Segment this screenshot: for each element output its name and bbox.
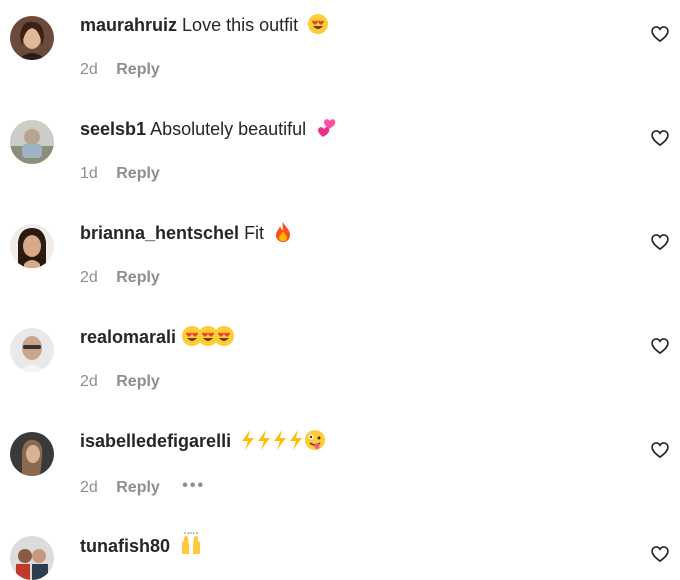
reply-button[interactable]: Reply <box>116 61 160 78</box>
comment-time: 2d <box>80 61 98 78</box>
comment-item: tunafish80 <box>0 520 680 580</box>
comment-text-line: isabelledefigarelli <box>80 428 326 458</box>
like-heart-icon[interactable] <box>650 232 670 252</box>
comment-text-line: seelsb1 Absolutely beautiful <box>80 116 339 146</box>
like-heart-icon[interactable] <box>650 128 670 148</box>
comment-body: Love this outfit <box>182 15 299 35</box>
comment-time: 1d <box>80 165 98 182</box>
like-heart-icon[interactable] <box>650 544 670 564</box>
reply-button[interactable]: Reply <box>116 269 160 286</box>
reply-button[interactable]: Reply <box>116 373 160 390</box>
avatar[interactable] <box>10 224 54 268</box>
like-heart-icon[interactable] <box>650 24 670 44</box>
avatar[interactable] <box>10 536 54 580</box>
heart-eyes-emoji-icon <box>213 325 235 354</box>
comment-item: maurahruiz Love this outfit 2d Reply <box>0 0 680 104</box>
avatar[interactable] <box>10 432 54 476</box>
lightning-emoji-icon <box>288 429 304 458</box>
lightning-emoji-icon <box>272 429 288 458</box>
comment-item: seelsb1 Absolutely beautiful 1d Reply <box>0 104 680 208</box>
comment-meta: 2d Reply <box>80 60 160 80</box>
comment-body: Fit <box>244 223 265 243</box>
comment-time: 2d <box>80 479 98 496</box>
like-heart-icon[interactable] <box>650 336 670 356</box>
comment-item: realomarali 2d Reply <box>0 312 680 416</box>
comment-text-line: realomarali <box>80 324 235 354</box>
fire-emoji-icon <box>273 221 293 250</box>
comment-text-line: tunafish80 <box>80 531 203 563</box>
comment-text-line: maurahruiz Love this outfit <box>80 12 329 42</box>
comment-item: brianna_hentschel Fit 2d Reply <box>0 208 680 312</box>
lightning-emoji-icon <box>256 429 272 458</box>
avatar[interactable] <box>10 120 54 164</box>
reply-button[interactable]: Reply <box>116 479 160 496</box>
avatar[interactable] <box>10 16 54 60</box>
two-hearts-emoji-icon <box>315 117 339 146</box>
zany-face-emoji-icon <box>304 429 326 458</box>
comment-meta: 2d Reply <box>80 372 160 392</box>
avatar[interactable] <box>10 328 54 372</box>
comment-body: Absolutely beautiful <box>150 119 307 139</box>
comment-meta: 2d Reply <box>80 268 160 288</box>
like-heart-icon[interactable] <box>650 440 670 460</box>
heart-eyes-emoji-icon <box>307 13 329 42</box>
comment-time: 2d <box>80 373 98 390</box>
comment-username[interactable]: realomarali <box>80 327 176 347</box>
lightning-emoji-icon <box>240 429 256 458</box>
raising-hands-emoji-icon <box>179 531 203 563</box>
comment-item: isabelledefigarelli 2d Reply ••• <box>0 416 680 520</box>
comment-meta: 1d Reply <box>80 164 160 184</box>
comment-meta: 2d Reply ••• <box>80 476 205 498</box>
comment-text-line: brianna_hentschel Fit <box>80 220 293 250</box>
more-options-button[interactable]: ••• <box>182 476 205 496</box>
comment-username[interactable]: maurahruiz <box>80 15 177 35</box>
comment-username[interactable]: tunafish80 <box>80 536 170 556</box>
reply-button[interactable]: Reply <box>116 165 160 182</box>
comment-username[interactable]: brianna_hentschel <box>80 223 239 243</box>
comment-username[interactable]: isabelledefigarelli <box>80 431 231 451</box>
comment-username[interactable]: seelsb1 <box>80 119 146 139</box>
comment-time: 2d <box>80 269 98 286</box>
